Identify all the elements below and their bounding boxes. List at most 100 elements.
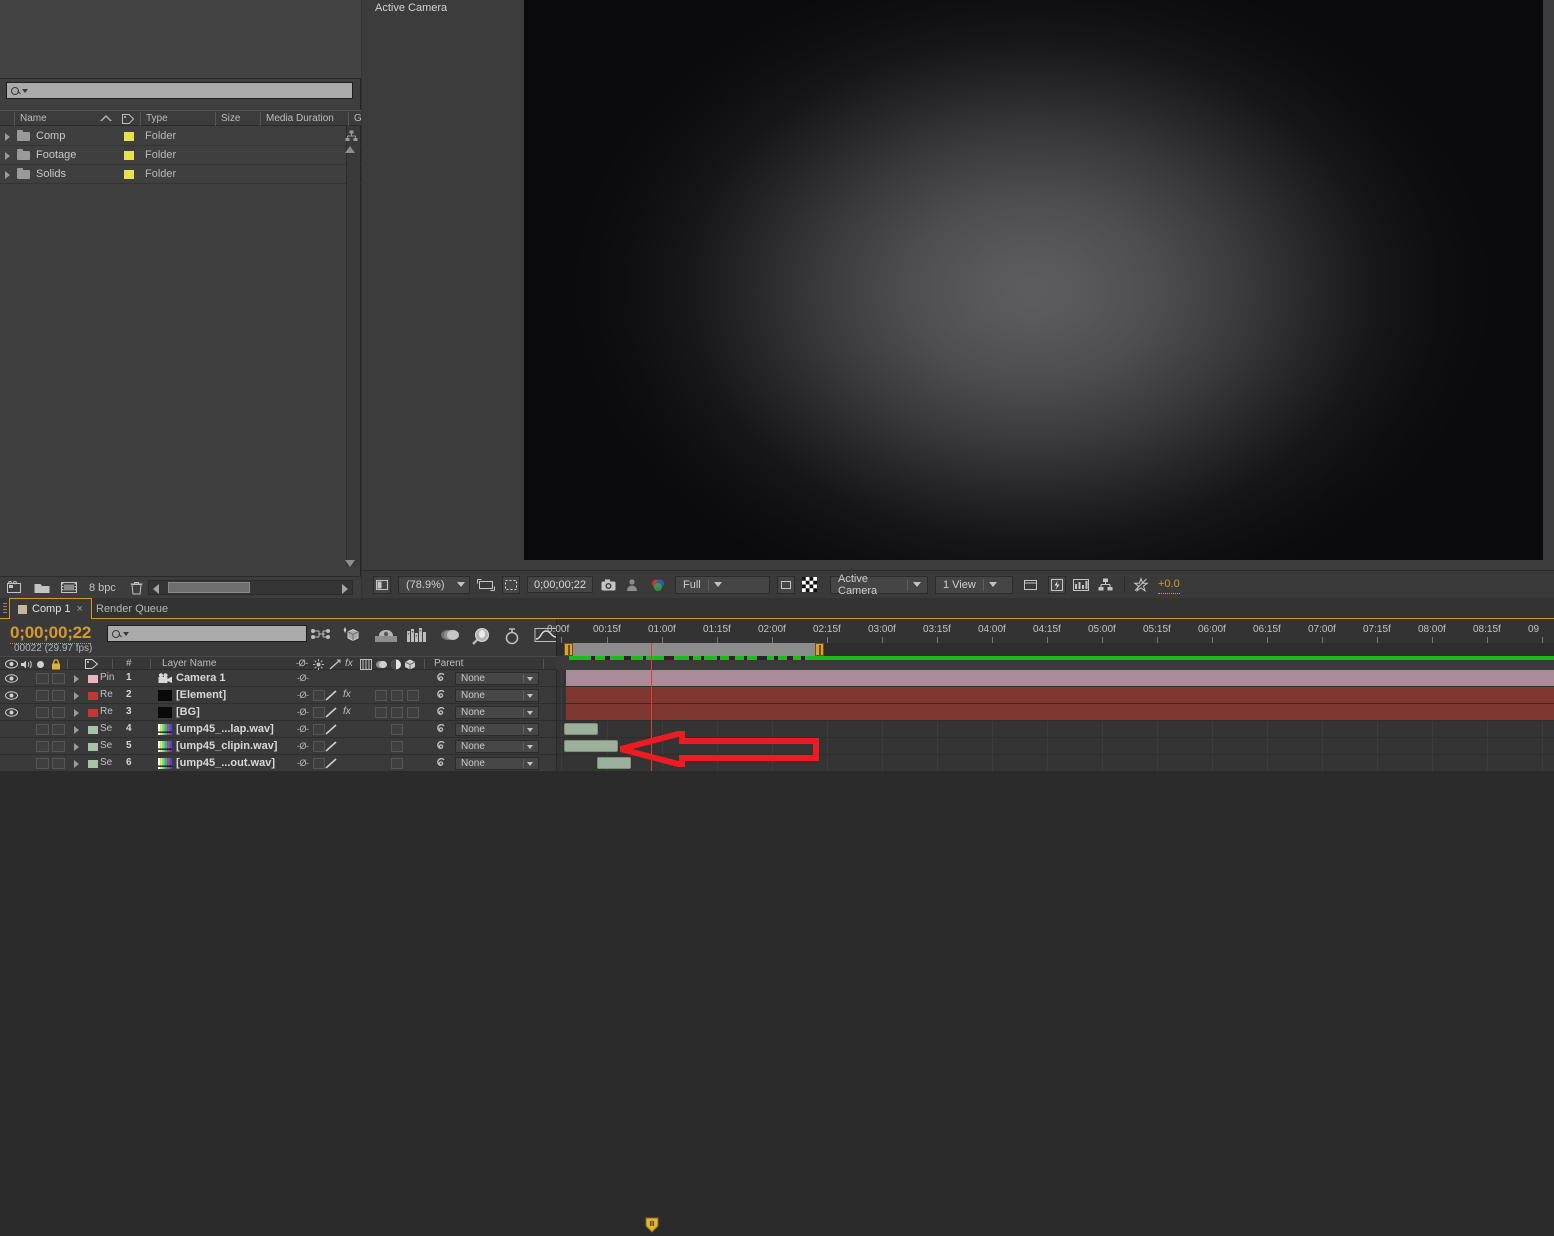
project-column-headers[interactable]: Name Type Size Media Duration G	[0, 110, 362, 126]
quality-switch[interactable]	[325, 741, 337, 752]
layer-row[interactable]: Se 6 [ump45_...out.wav] -Ø- None	[0, 755, 556, 771]
shy-switch[interactable]: -Ø-	[297, 673, 309, 683]
solo-toggle[interactable]	[36, 690, 49, 701]
shy-switch[interactable]: -Ø-	[297, 707, 309, 717]
layer-row[interactable]: Re 3 [BG] -Ø-fx None	[0, 704, 556, 721]
scroll-down-arrow-icon[interactable]	[345, 560, 355, 567]
work-area-start-handle[interactable]	[564, 643, 573, 656]
layer-name-label[interactable]: [Element]	[176, 689, 226, 701]
video-toggle-icon[interactable]	[5, 708, 18, 717]
scroll-right-arrow-icon[interactable]	[342, 584, 348, 594]
lock-toggle[interactable]	[52, 673, 65, 684]
comp-flowchart-icon[interactable]	[1098, 576, 1116, 594]
solo-toggle[interactable]	[36, 758, 49, 769]
collapse-switch[interactable]	[313, 724, 325, 735]
quality-switch[interactable]	[325, 707, 337, 718]
disclosure-triangle-icon[interactable]	[5, 133, 10, 141]
project-search-row[interactable]	[6, 82, 353, 99]
layer-row[interactable]: Se 4 [ump45_...lap.wav] -Ø- None	[0, 721, 556, 738]
bit-depth-label[interactable]: 8 bpc	[89, 582, 116, 594]
motion-blur-icon[interactable]	[438, 627, 459, 645]
solo-toggle[interactable]	[36, 673, 49, 684]
camera-view-select[interactable]: Active Camera	[830, 573, 928, 597]
layer-label-swatch[interactable]	[88, 743, 98, 751]
audio-layer-bar[interactable]	[564, 723, 598, 735]
work-area-track[interactable]	[556, 643, 1554, 656]
lock-toggle[interactable]	[52, 741, 65, 752]
video-toggle-icon[interactable]	[5, 691, 18, 700]
layer-duration-bar[interactable]	[566, 704, 1554, 720]
layer-disclosure-triangle-icon[interactable]	[74, 743, 79, 751]
solo-toggle[interactable]	[36, 724, 49, 735]
work-area-end-handle[interactable]	[815, 643, 824, 656]
parent-pickwhip-icon[interactable]	[436, 757, 447, 769]
column-header-parent[interactable]: Parent	[434, 658, 463, 669]
column-header-layer-name[interactable]: Layer Name	[162, 658, 216, 669]
project-horizontal-scrollbar[interactable]	[148, 580, 353, 595]
tab-render-queue[interactable]: Render Queue	[88, 598, 176, 619]
video-toggle-icon[interactable]	[5, 674, 18, 683]
solo-toggle[interactable]	[36, 741, 49, 752]
parent-pickwhip-icon[interactable]	[436, 723, 447, 735]
motion-blur-switch[interactable]	[391, 690, 403, 701]
collapse-switch[interactable]	[313, 758, 325, 769]
shy-switch[interactable]: -Ø-	[297, 724, 309, 734]
viewer-timecode-field[interactable]: 0;00;00;22	[527, 576, 593, 593]
project-item-comp[interactable]: Comp Folder	[0, 127, 361, 146]
work-area-bar[interactable]	[565, 643, 823, 656]
shy-switch[interactable]: -Ø-	[297, 690, 309, 700]
shy-switch[interactable]: -Ø-	[297, 741, 309, 751]
sort-ascending-icon[interactable]	[100, 115, 112, 121]
parent-select[interactable]: None	[455, 740, 539, 753]
auto-keyframe-icon[interactable]	[502, 627, 522, 645]
layer-disclosure-triangle-icon[interactable]	[74, 760, 79, 768]
parent-select[interactable]: None	[455, 757, 539, 770]
layer-name-label[interactable]: [ump45_...out.wav]	[176, 757, 275, 769]
disclosure-triangle-icon[interactable]	[5, 152, 10, 160]
3d-layer-switch[interactable]	[407, 707, 419, 718]
collapse-switch[interactable]	[313, 741, 325, 752]
composition-canvas[interactable]	[524, 0, 1543, 560]
column-header-index[interactable]: #	[126, 658, 132, 669]
channel-icon[interactable]	[650, 576, 668, 594]
zoom-level-select[interactable]: (78.9%)	[398, 575, 470, 594]
column-header-type[interactable]: Type	[140, 112, 212, 126]
project-search-input[interactable]	[6, 82, 353, 99]
snapshot-icon[interactable]	[600, 576, 618, 594]
lock-toggle[interactable]	[52, 724, 65, 735]
quality-switch[interactable]	[325, 758, 337, 769]
parent-select[interactable]: None	[455, 706, 539, 719]
layer-row[interactable]: Se 5 [ump45_clipin.wav] -Ø- None	[0, 738, 556, 755]
delete-icon[interactable]	[130, 581, 150, 595]
shy-switch-header-icon[interactable]: -Ø-	[296, 658, 308, 668]
disclosure-triangle-icon[interactable]	[5, 171, 10, 179]
track-row[interactable]	[557, 704, 1554, 721]
layer-disclosure-triangle-icon[interactable]	[74, 692, 79, 700]
project-item-solids[interactable]: Solids Folder	[0, 165, 361, 184]
brainstorm-icon[interactable]	[470, 627, 490, 645]
panel-grip-icon[interactable]	[3, 603, 7, 614]
solo-toggle-header-icon[interactable]	[37, 661, 44, 668]
parent-select[interactable]: None	[455, 723, 539, 736]
fast-preview-icon[interactable]	[1048, 575, 1066, 594]
new-footage-icon[interactable]	[61, 581, 81, 595]
shy-switch[interactable]: -Ø-	[297, 758, 309, 768]
project-item-footage[interactable]: Footage Folder	[0, 146, 361, 165]
quality-switch[interactable]	[325, 690, 337, 701]
project-vertical-scrollbar[interactable]	[346, 126, 360, 566]
timeline-ruler[interactable]: 0:00f 00:15f 01:00f 01:15f 02:00f 02:15f 03:00…	[547, 619, 1554, 643]
parent-select[interactable]: None	[455, 689, 539, 702]
comp-mini-flowchart-icon[interactable]	[310, 627, 330, 645]
layer-name-label[interactable]: Camera 1	[176, 672, 226, 684]
close-icon[interactable]: ×	[77, 603, 83, 615]
column-header-media-duration[interactable]: Media Duration	[260, 112, 345, 126]
effects-switch[interactable]: fx	[343, 689, 351, 700]
timeline-search-input[interactable]	[107, 625, 307, 642]
label-color-swatch[interactable]	[124, 170, 134, 179]
collapse-switch[interactable]	[313, 707, 325, 718]
scroll-left-arrow-icon[interactable]	[153, 584, 159, 594]
layer-name-label[interactable]: [BG]	[176, 706, 200, 718]
layer-label-swatch[interactable]	[88, 692, 98, 700]
layer-duration-bar[interactable]	[566, 670, 1554, 686]
collapse-switch[interactable]	[313, 690, 325, 701]
